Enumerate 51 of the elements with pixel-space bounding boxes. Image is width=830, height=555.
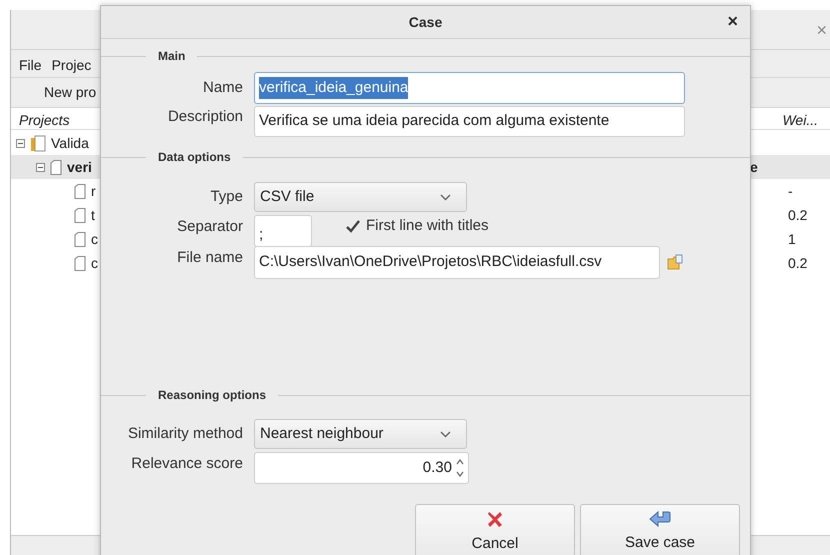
save-button[interactable]: Save case bbox=[580, 504, 740, 555]
tree-cell: 0.2 bbox=[788, 254, 808, 270]
collapse-icon[interactable] bbox=[36, 162, 45, 172]
document-icon bbox=[50, 160, 62, 174]
tree-label: Valida bbox=[51, 134, 89, 152]
section-title: Data options bbox=[157, 149, 232, 166]
section-title: Main bbox=[157, 48, 186, 65]
tree-cell: 0.2 bbox=[788, 206, 808, 222]
document-icon bbox=[74, 256, 86, 270]
column-header[interactable]: Wei... bbox=[782, 110, 818, 130]
tree-label: c bbox=[91, 254, 98, 272]
text-field[interactable]: C:\Users\Ivan\OneDrive\Projetos\RBC\ideiasfull.csv bbox=[254, 246, 660, 279]
document-icon bbox=[74, 232, 86, 246]
menu-item[interactable]: Projec bbox=[52, 54, 92, 76]
return-arrow-icon bbox=[649, 511, 671, 527]
chevron-down-icon bbox=[440, 194, 451, 200]
field-label: Relevance score bbox=[131, 454, 243, 472]
toolbar-button[interactable]: New pro bbox=[44, 82, 96, 103]
field-label: File name bbox=[177, 249, 243, 266]
tree-cell: - bbox=[788, 182, 793, 198]
field-label: Separator bbox=[177, 218, 243, 235]
cancel-button[interactable]: Cancel bbox=[415, 504, 575, 555]
menu-item[interactable]: File bbox=[19, 54, 42, 76]
text-field[interactable]: ; bbox=[254, 215, 312, 247]
text-field[interactable]: verifica_ideia_genuina bbox=[254, 72, 685, 104]
dropdown[interactable]: Nearest neighbour bbox=[254, 419, 467, 449]
collapse-icon[interactable] bbox=[16, 138, 25, 148]
document-icon bbox=[74, 208, 86, 222]
number-field[interactable]: 0.30 bbox=[254, 452, 469, 484]
chevron-down-icon bbox=[440, 430, 451, 438]
tree-cell: e bbox=[750, 158, 758, 174]
cross-icon bbox=[487, 511, 503, 528]
folder-icon bbox=[30, 134, 46, 152]
tree-cell: 1 bbox=[788, 230, 796, 246]
document-icon bbox=[74, 184, 86, 198]
tree-label: veri bbox=[67, 158, 92, 176]
checkbox[interactable]: First line with titles bbox=[346, 214, 489, 238]
section-title: Reasoning options bbox=[157, 387, 267, 404]
window-title: Case bbox=[408, 12, 442, 32]
tree-label: c bbox=[91, 230, 98, 248]
text-field[interactable]: Verifica se uma ideia parecida com alguma existente bbox=[254, 106, 685, 137]
field-label: Type bbox=[210, 188, 243, 205]
column-header[interactable]: Projects bbox=[19, 110, 70, 130]
field-label: Description bbox=[168, 108, 243, 126]
field-label: Name bbox=[202, 78, 243, 96]
tree-label: t bbox=[91, 206, 95, 224]
checkmark-icon bbox=[346, 220, 360, 232]
field-label: Similarity method bbox=[128, 424, 243, 442]
tree-label: r bbox=[91, 182, 96, 200]
dropdown[interactable]: CSV file bbox=[254, 182, 467, 212]
close-icon[interactable]: × bbox=[727, 12, 738, 30]
